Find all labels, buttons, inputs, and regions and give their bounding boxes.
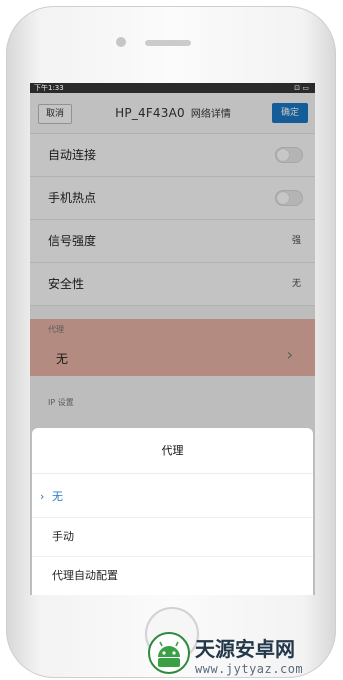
- status-bar: 下午1:33 ⊡ ▭: [30, 83, 315, 93]
- sheet-title: 代理: [161, 444, 184, 457]
- sheet-divider: [32, 473, 313, 474]
- proxy-option-none[interactable]: › 无: [32, 478, 313, 516]
- proxy-option-manual-label: 手动: [52, 530, 74, 543]
- proxy-option-none-label: 无: [52, 490, 63, 503]
- front-camera: [116, 37, 126, 47]
- watermark: 天源安卓网 www.jytyaz.com: [147, 627, 337, 677]
- proxy-option-auto-config[interactable]: 代理自动配置: [32, 557, 313, 595]
- proxy-option-manual[interactable]: 手动: [32, 518, 313, 556]
- proxy-option-auto-config-label: 代理自动配置: [52, 569, 118, 582]
- status-icons: ⊡ ▭: [294, 84, 309, 92]
- selected-check-icon: ›: [40, 490, 45, 503]
- proxy-bottom-sheet: 代理 › 无 手动 代理自动配置: [32, 428, 313, 595]
- phone-screen: 下午1:33 ⊡ ▭ 取消 HP_4F43A0 网络详情 确定 自动连接 手机热点…: [30, 83, 315, 595]
- watermark-url: www.jytyaz.com: [195, 662, 304, 676]
- status-time: 下午1:33: [34, 84, 64, 92]
- watermark-text: 天源安卓网: [195, 637, 295, 661]
- android-logo-icon: [148, 632, 190, 674]
- earpiece-speaker: [145, 40, 191, 46]
